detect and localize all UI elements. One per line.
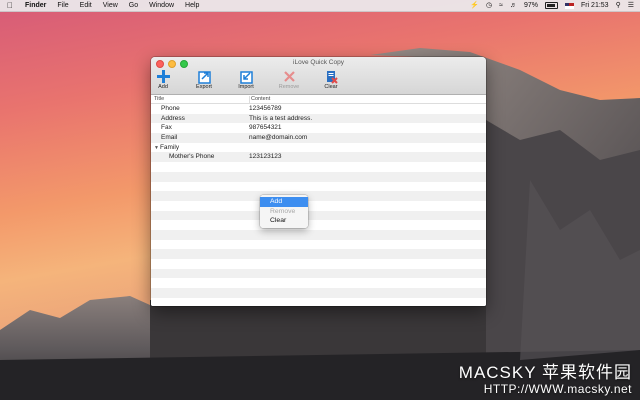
spotlight-icon[interactable]: ⚲ <box>616 0 621 11</box>
group-title: Family <box>159 143 180 151</box>
volume-icon[interactable]: ♬ <box>510 0 517 11</box>
empty-row[interactable] <box>151 229 486 240</box>
table-row[interactable]: Mother's Phone 123123123 <box>151 152 486 163</box>
row-title: Email <box>161 134 178 142</box>
empty-row[interactable] <box>151 249 486 259</box>
table-header: Title Content <box>151 95 486 104</box>
empty-row[interactable] <box>151 268 486 279</box>
input-source-flag-icon[interactable] <box>564 2 574 9</box>
plus-icon <box>156 70 170 83</box>
empty-row[interactable] <box>151 162 486 172</box>
row-title: Address <box>161 114 185 122</box>
watermark: MACSKY 苹果软件园 HTTP://WWW.macsky.net <box>459 363 632 396</box>
table-row[interactable]: Fax 987654321 <box>151 123 486 134</box>
empty-row[interactable] <box>151 200 486 211</box>
import-icon <box>239 71 253 84</box>
clear-toolbar-button[interactable]: Clear <box>316 69 346 93</box>
menu-window[interactable]: Window <box>149 0 174 11</box>
row-content: 123123123 <box>249 153 282 161</box>
row-content: This is a test address. <box>249 114 313 122</box>
import-toolbar-button[interactable]: Import <box>231 69 261 93</box>
wifi-icon[interactable]: ≈ <box>499 0 503 11</box>
group-title-cell: ▼Family <box>154 144 179 151</box>
context-menu-add[interactable]: Add <box>260 197 308 207</box>
menu-help[interactable]: Help <box>185 0 199 11</box>
table-row-group[interactable]: ▼Family <box>151 142 486 153</box>
watermark-brand: MACSKY 苹果软件园 <box>458 363 632 382</box>
clear-toolbar-label: Clear <box>324 84 338 90</box>
remove-toolbar-label: Remove <box>278 84 300 90</box>
context-menu: Add Remove Clear <box>260 195 308 228</box>
context-menu-clear[interactable]: Clear <box>260 216 308 226</box>
row-title: Fax <box>161 124 172 132</box>
empty-row[interactable] <box>151 181 486 192</box>
export-toolbar-button[interactable]: Export <box>189 69 219 93</box>
empty-row[interactable] <box>151 210 486 221</box>
empty-row[interactable] <box>151 220 486 230</box>
window-toolbar: iLove Quick Copy Add Export Import Remov… <box>151 57 486 95</box>
empty-row[interactable] <box>151 191 486 201</box>
clock-text[interactable]: Fri 21:53 <box>581 0 609 11</box>
menu-edit[interactable]: Edit <box>80 0 92 11</box>
empty-row[interactable] <box>151 259 486 269</box>
menu-go[interactable]: Go <box>129 0 138 11</box>
lightning-icon[interactable]: ⚡ <box>470 0 479 11</box>
clock-icon[interactable]: ◷ <box>486 0 492 11</box>
battery-icon[interactable] <box>544 2 558 9</box>
column-header-content[interactable]: Content <box>249 96 270 103</box>
table-rows: Phone 123456789 Address This is a test a… <box>151 104 486 306</box>
add-toolbar-button[interactable]: Add <box>151 69 178 93</box>
column-header-title[interactable]: Title <box>154 96 164 102</box>
export-toolbar-label: Export <box>196 84 212 90</box>
empty-row[interactable] <box>151 288 486 298</box>
battery-percent[interactable]: 97% <box>524 0 538 11</box>
notification-list-icon[interactable]: ☰ <box>628 0 634 11</box>
row-content: name@domain.com <box>249 134 308 142</box>
table-row[interactable]: Email name@domain.com <box>151 133 486 143</box>
items-table[interactable]: Title Content Phone 123456789 Address Th… <box>151 95 486 306</box>
remove-x-icon <box>283 71 295 82</box>
row-content: 987654321 <box>249 124 282 132</box>
empty-row[interactable] <box>151 297 486 306</box>
disclosure-triangle-icon[interactable]: ▼ <box>154 145 159 151</box>
empty-row[interactable] <box>151 239 486 250</box>
app-window: iLove Quick Copy Add Export Import Remov… <box>151 57 486 306</box>
menu-view[interactable]: View <box>103 0 118 11</box>
context-menu-remove[interactable]: Remove <box>260 207 308 217</box>
export-icon <box>197 71 211 84</box>
row-content: 123456789 <box>249 105 282 112</box>
remove-toolbar-button[interactable]: Remove <box>274 69 304 93</box>
window-title: iLove Quick Copy <box>293 59 344 66</box>
table-row[interactable]: Phone 123456789 <box>151 104 486 114</box>
row-title: Mother's Phone <box>169 153 215 161</box>
empty-row[interactable] <box>151 278 486 289</box>
apple-icon[interactable]:  <box>7 0 15 11</box>
row-title: Phone <box>161 105 180 112</box>
empty-row[interactable] <box>151 171 486 182</box>
add-toolbar-label: Add <box>158 84 168 90</box>
table-row[interactable]: Address This is a test address. <box>151 113 486 124</box>
menu-file[interactable]: File <box>57 0 68 11</box>
menu-app-name[interactable]: Finder <box>25 0 46 11</box>
menu-bar:  Finder File Edit View Go Window Help ⚡… <box>0 0 640 12</box>
status-area: ⚡ ◷ ≈ ♬ 97% Fri 21:53 ⚲ ☰ <box>470 0 634 11</box>
watermark-url: HTTP://WWW.macsky.net <box>483 382 632 396</box>
clear-icon <box>326 71 338 84</box>
import-toolbar-label: Import <box>238 84 254 90</box>
